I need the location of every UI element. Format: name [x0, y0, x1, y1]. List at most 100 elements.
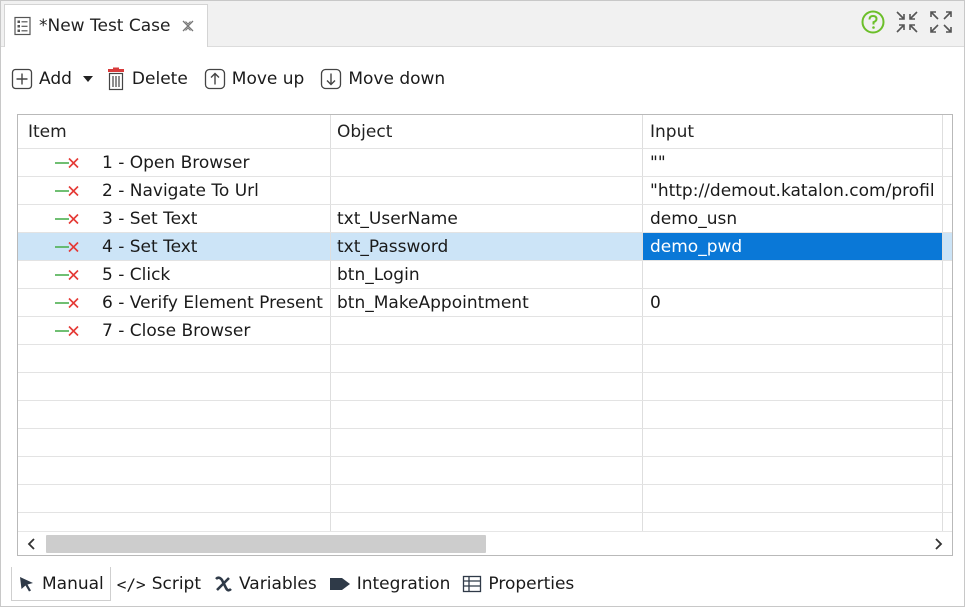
tab-script-label: Script [151, 574, 201, 594]
editor-mode-tabs: Manual </> Script Variables Integration [11, 567, 580, 601]
empty-cell [18, 457, 331, 484]
item-text: 5 - Click [102, 264, 171, 285]
scrollbar-thumb[interactable] [46, 535, 486, 553]
maximize-icon[interactable] [928, 9, 954, 35]
arrow-up-icon [204, 68, 225, 90]
table-row-selected[interactable]: 4 - Set Text txt_Password demo_pwd [18, 233, 952, 261]
item-text: 2 - Navigate To Url [102, 180, 259, 201]
item-text: 3 - Set Text [102, 208, 198, 229]
item-text: 4 - Set Text [102, 236, 198, 257]
add-button[interactable]: Add [11, 68, 72, 90]
tab-manual[interactable]: Manual [11, 567, 111, 601]
item-text: 1 - Open Browser [102, 152, 250, 173]
item-cell[interactable]: 1 - Open Browser [18, 149, 331, 176]
table-row[interactable]: 6 - Verify Element Present btn_MakeAppoi… [18, 289, 952, 317]
object-cell[interactable]: btn_Login [331, 261, 643, 288]
item-text: 7 - Close Browser [102, 320, 251, 341]
input-cell[interactable]: demo_usn [643, 205, 943, 232]
pointer-icon [20, 576, 33, 591]
tab-integration[interactable]: Integration [323, 567, 457, 601]
step-keyword-icon [55, 297, 79, 308]
trash-icon [107, 67, 124, 91]
tab-variables-label: Variables [239, 574, 317, 594]
tab-variables[interactable]: Variables [207, 567, 323, 601]
delete-button[interactable]: Delete [106, 67, 188, 91]
chevron-right-icon[interactable] [930, 536, 946, 552]
object-cell[interactable] [331, 317, 643, 344]
table-row[interactable]: 2 - Navigate To Url "http://demout.katal… [18, 177, 952, 205]
collapse-icon[interactable] [894, 9, 920, 35]
move-up-button[interactable]: Move up [204, 68, 305, 90]
close-icon[interactable] [180, 18, 196, 34]
empty-cell [18, 485, 331, 512]
step-keyword-icon [55, 241, 79, 252]
table-header: Item Object Input [18, 115, 952, 149]
empty-cell [18, 345, 331, 372]
test-steps-grid: Item Object Input 1 - Open Browser "" 2 … [18, 115, 952, 541]
chevron-down-icon [82, 76, 93, 82]
object-cell[interactable]: txt_Password [331, 233, 643, 260]
empty-cell [18, 429, 331, 456]
item-cell[interactable]: 6 - Verify Element Present [18, 289, 331, 316]
input-cell[interactable]: "" [643, 149, 943, 176]
properties-icon [463, 575, 482, 593]
code-icon: </> [116, 574, 146, 594]
column-header-input[interactable]: Input [643, 115, 943, 148]
editor-tab-bar: *New Test Case [1, 1, 964, 47]
empty-cell [331, 457, 643, 484]
item-cell[interactable]: 3 - Set Text [18, 205, 331, 232]
column-header-item[interactable]: Item [18, 115, 331, 148]
chevron-left-icon[interactable] [24, 536, 40, 552]
tab-manual-label: Manual [42, 573, 104, 594]
tab-properties[interactable]: Properties [456, 567, 580, 601]
input-cell[interactable]: "http://demout.katalon.com/profil [643, 177, 943, 204]
input-cell[interactable] [643, 261, 943, 288]
object-cell[interactable] [331, 177, 643, 204]
add-dropdown[interactable] [82, 75, 94, 83]
move-up-label: Move up [231, 69, 305, 89]
input-cell[interactable]: 0 [643, 289, 943, 316]
object-cell[interactable] [331, 149, 643, 176]
empty-cell [331, 373, 643, 400]
item-cell[interactable]: 5 - Click [18, 261, 331, 288]
step-keyword-icon [55, 269, 79, 280]
table-row[interactable]: 5 - Click btn_Login [18, 261, 952, 289]
empty-row [18, 401, 952, 429]
table-row[interactable]: 7 - Close Browser [18, 317, 952, 345]
editor-window-controls [860, 9, 954, 35]
input-cell-editing[interactable]: demo_pwd [643, 233, 943, 260]
empty-row [18, 373, 952, 401]
move-down-button[interactable]: Move down [320, 68, 445, 90]
step-keyword-icon [55, 213, 79, 224]
empty-cell [331, 345, 643, 372]
empty-cell [331, 485, 643, 512]
step-keyword-icon [55, 157, 79, 168]
delete-label: Delete [131, 69, 188, 89]
tab-script[interactable]: </> Script [111, 567, 207, 601]
object-cell[interactable]: btn_MakeAppointment [331, 289, 643, 316]
table-row[interactable]: 1 - Open Browser "" [18, 149, 952, 177]
item-cell[interactable]: 7 - Close Browser [18, 317, 331, 344]
empty-cell [643, 373, 943, 400]
table-row[interactable]: 3 - Set Text txt_UserName demo_usn [18, 205, 952, 233]
item-cell[interactable]: 4 - Set Text [18, 233, 331, 260]
empty-cell [643, 429, 943, 456]
input-cell[interactable] [643, 317, 943, 344]
test-steps-table: Item Object Input 1 - Open Browser "" 2 … [17, 114, 953, 556]
empty-row [18, 429, 952, 457]
editor-tab-new-test-case[interactable]: *New Test Case [4, 4, 208, 47]
test-case-icon [14, 16, 31, 36]
empty-cell [18, 373, 331, 400]
tab-properties-label: Properties [488, 574, 575, 594]
help-icon[interactable] [860, 9, 886, 35]
empty-cell [331, 401, 643, 428]
horizontal-scrollbar[interactable] [18, 531, 952, 555]
object-cell[interactable]: txt_UserName [331, 205, 643, 232]
column-header-object[interactable]: Object [331, 115, 643, 148]
item-cell[interactable]: 2 - Navigate To Url [18, 177, 331, 204]
empty-row [18, 345, 952, 373]
step-toolbar: Add Delete Move up Move down [11, 63, 461, 95]
empty-cell [643, 485, 943, 512]
tab-integration-label: Integration [356, 574, 451, 594]
empty-cell [331, 429, 643, 456]
